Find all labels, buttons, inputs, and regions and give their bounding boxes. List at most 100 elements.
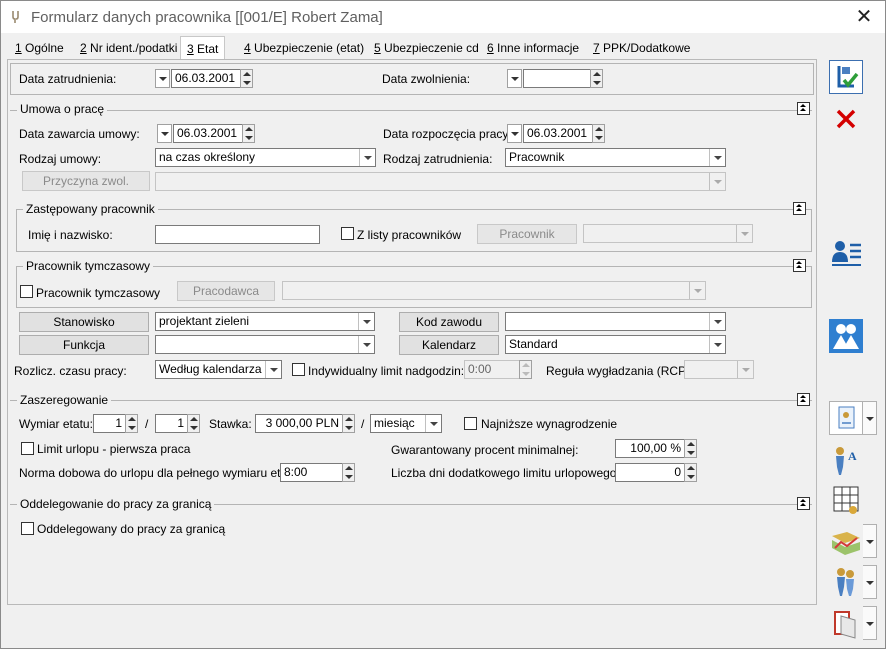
- employer-button[interactable]: Pracodawca: [177, 281, 275, 301]
- temporary-employee-checkbox[interactable]: [20, 285, 33, 298]
- smoothing-rule-select[interactable]: [684, 360, 754, 379]
- extra-leave-days-field[interactable]: 0: [615, 463, 685, 482]
- chevron-down-icon: [358, 313, 374, 330]
- abroad-checkbox[interactable]: [21, 522, 34, 535]
- extra-leave-days-spinner[interactable]: [684, 463, 697, 482]
- rate-period-select[interactable]: miesiąc: [370, 414, 442, 433]
- close-icon[interactable]: ✕: [847, 3, 881, 31]
- dismissal-reason-button[interactable]: Przyczyna zwol.: [22, 171, 150, 191]
- contract-date-field[interactable]: 06.03.2001: [173, 124, 243, 143]
- tab-other-info[interactable]: 6 Inne informacje: [487, 38, 579, 58]
- charts-button[interactable]: [829, 524, 863, 558]
- leave-limit-checkbox[interactable]: [21, 442, 34, 455]
- documents-dropdown[interactable]: [863, 606, 877, 640]
- schedule-grid-icon: [833, 486, 859, 514]
- individual-limit-checkbox[interactable]: [292, 363, 305, 376]
- contract-date-dropdown[interactable]: [157, 124, 172, 143]
- temporary-collapse-icon[interactable]: [793, 259, 806, 272]
- contract-collapse-icon[interactable]: [797, 102, 810, 115]
- grading-collapse-icon[interactable]: [797, 393, 810, 406]
- employee-card-button[interactable]: [829, 236, 863, 270]
- leave-limit-label: Limit urlopu - pierwsza praca: [37, 442, 191, 456]
- from-list-checkbox[interactable]: [341, 227, 354, 240]
- rate-spinner[interactable]: [342, 414, 355, 433]
- fte-denominator-spinner[interactable]: [187, 414, 200, 433]
- chevron-down-icon: [425, 415, 441, 432]
- contract-type-label: Rodzaj umowy:: [19, 152, 102, 166]
- min-wage-checkbox[interactable]: [464, 417, 477, 430]
- hire-date-dropdown[interactable]: [155, 69, 170, 88]
- individual-limit-field[interactable]: 0:00: [464, 360, 520, 379]
- rate-label: Stawka:: [209, 417, 252, 431]
- guaranteed-percent-field[interactable]: 100,00 %: [615, 439, 685, 458]
- replaced-name-label: Imię i nazwisko:: [28, 228, 113, 242]
- people-history-dropdown[interactable]: [863, 565, 877, 599]
- rate-field[interactable]: 3 000,00 PLN: [255, 414, 343, 433]
- occupation-code-button[interactable]: Kod zawodu: [399, 312, 499, 332]
- chevron-down-icon: [709, 336, 725, 353]
- hire-date-field[interactable]: 06.03.2001: [171, 69, 241, 88]
- fte-numerator-field[interactable]: 1: [93, 414, 126, 433]
- min-wage-label: Najniższe wynagrodzenie: [481, 417, 618, 431]
- daily-norm-field[interactable]: 8:00: [280, 463, 343, 482]
- contract-type-select[interactable]: na czas określony: [155, 148, 376, 167]
- employee-picker-button[interactable]: Pracownik: [477, 224, 577, 244]
- dismissal-date-spinner[interactable]: [590, 69, 603, 88]
- calendar-select[interactable]: Standard: [505, 335, 726, 354]
- tab-ppk[interactable]: 7 PPK/Dodatkowe: [593, 38, 690, 58]
- function-select[interactable]: [155, 335, 375, 354]
- hire-date-spinner[interactable]: [240, 69, 253, 88]
- position-button[interactable]: Stanowisko: [19, 312, 149, 332]
- abroad-collapse-icon[interactable]: [797, 497, 810, 510]
- fte-numerator-spinner[interactable]: [125, 414, 138, 433]
- tab-insurance[interactable]: 4 Ubezpieczenie (etat): [244, 38, 364, 58]
- replaced-name-field[interactable]: [155, 225, 320, 244]
- dismissal-reason-select[interactable]: [155, 172, 726, 191]
- employer-select[interactable]: [282, 281, 706, 300]
- tab-insurance-cont[interactable]: 5 Ubezpieczenie cd: [374, 38, 479, 58]
- certificate-icon: [838, 406, 855, 429]
- certificate-button[interactable]: [829, 401, 863, 435]
- individual-limit-spinner[interactable]: [519, 360, 532, 379]
- people-icon: [837, 568, 854, 596]
- start-date-spinner[interactable]: [592, 124, 605, 143]
- contract-section-title: Umowa o pracę: [17, 102, 108, 116]
- cancel-button[interactable]: [829, 102, 863, 136]
- tab-ident-tax[interactable]: 2 Nr ident./podatki: [80, 38, 177, 58]
- function-button[interactable]: Funkcja: [19, 335, 149, 355]
- tab-employment[interactable]: 3 Etat: [180, 36, 226, 61]
- fte-denominator-field[interactable]: 1: [155, 414, 188, 433]
- tab-general[interactable]: 1 Ogólne: [15, 38, 64, 58]
- employment-type-select[interactable]: Pracownik: [505, 148, 726, 167]
- employment-type-label: Rodzaj zatrudnienia:: [383, 152, 493, 166]
- dismissal-date-dropdown[interactable]: [507, 69, 522, 88]
- fte-separator: /: [145, 417, 149, 431]
- contract-date-spinner[interactable]: [242, 124, 255, 143]
- people-history-button[interactable]: [829, 565, 863, 599]
- schedule-button[interactable]: [829, 483, 863, 517]
- worktime-select[interactable]: Według kalendarza: [155, 360, 282, 379]
- charts-dropdown[interactable]: [863, 524, 877, 558]
- start-date-field[interactable]: 06.03.2001: [523, 124, 593, 143]
- employee-picker-select[interactable]: [583, 224, 753, 243]
- daily-norm-spinner[interactable]: [342, 463, 355, 482]
- tab-panel: Data zatrudnienia: 06.03.2001 Data zwoln…: [7, 59, 817, 605]
- calendar-button[interactable]: Kalendarz: [399, 335, 499, 355]
- occupation-code-select[interactable]: [505, 312, 726, 331]
- individual-limit-label: Indywidualny limit nadgodzin:: [308, 364, 465, 378]
- team-button[interactable]: [829, 319, 863, 353]
- position-select[interactable]: projektant zieleni: [155, 312, 375, 331]
- replaced-employee-title: Zastępowany pracownik: [23, 202, 158, 216]
- daily-norm-label: Norma dobowa do urlopu dla pełnego wymia…: [19, 466, 301, 480]
- dismissal-date-field[interactable]: [523, 69, 591, 88]
- start-date-dropdown[interactable]: [507, 124, 522, 143]
- documents-button[interactable]: [829, 606, 863, 640]
- smoothing-rule-label: Reguła wygładzania (RCP):: [546, 364, 694, 378]
- save-button[interactable]: [829, 60, 863, 94]
- guaranteed-percent-spinner[interactable]: [684, 439, 697, 458]
- chevron-down-icon: [737, 361, 753, 378]
- employee-data-button[interactable]: A: [829, 443, 863, 477]
- employee-form-window: Formularz danych pracownika [[001/E] Rob…: [0, 0, 886, 649]
- replaced-collapse-icon[interactable]: [793, 202, 806, 215]
- certificate-dropdown[interactable]: [863, 401, 877, 435]
